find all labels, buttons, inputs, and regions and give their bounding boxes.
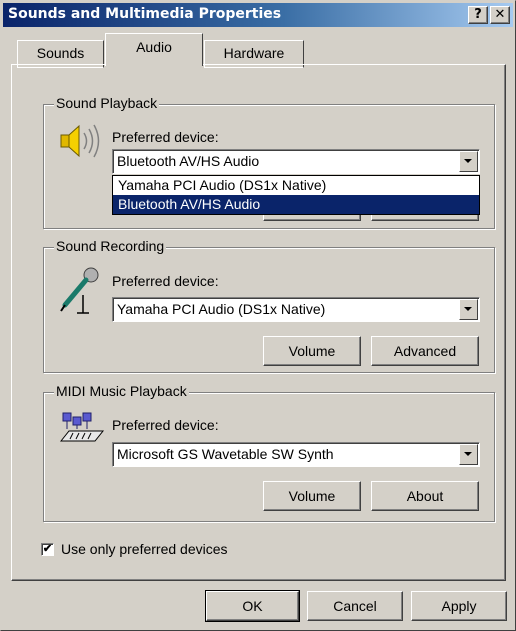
- sound-playback-label: Sound Playback: [54, 95, 160, 111]
- speaker-icon: [59, 121, 105, 164]
- recording-preferred-label: Preferred device:: [112, 273, 219, 289]
- microphone-icon: [59, 265, 101, 318]
- window-title: Sounds and Multimedia Properties: [8, 6, 282, 22]
- midi-keyboard-icon: [59, 411, 105, 450]
- recording-advanced-button[interactable]: Advanced: [371, 336, 479, 366]
- sound-recording-label: Sound Recording: [54, 238, 167, 254]
- apply-button[interactable]: Apply: [411, 591, 507, 621]
- chevron-down-icon[interactable]: [459, 299, 478, 320]
- dropdown-option-bluetooth[interactable]: Bluetooth AV/HS Audio: [113, 195, 479, 214]
- recording-volume-button[interactable]: Volume: [263, 336, 361, 366]
- midi-about-button[interactable]: About: [371, 481, 479, 511]
- dropdown-option-yamaha[interactable]: Yamaha PCI Audio (DS1x Native): [113, 176, 479, 195]
- playback-device-dropdown[interactable]: Yamaha PCI Audio (DS1x Native) Bluetooth…: [112, 175, 480, 215]
- title-bar[interactable]: Sounds and Multimedia Properties ? ✕: [3, 3, 513, 27]
- tab-audio[interactable]: Audio: [105, 33, 203, 66]
- properties-dialog: Sounds and Multimedia Properties ? ✕ Sou…: [0, 0, 516, 631]
- use-preferred-checkbox[interactable]: ✔: [41, 543, 54, 556]
- recording-device-value: Yamaha PCI Audio (DS1x Native): [117, 301, 326, 317]
- cancel-button[interactable]: Cancel: [307, 591, 403, 621]
- chevron-down-icon[interactable]: [459, 151, 478, 172]
- use-preferred-label[interactable]: Use only preferred devices: [61, 541, 228, 557]
- midi-device-select[interactable]: Microsoft GS Wavetable SW Synth: [112, 442, 480, 467]
- help-button[interactable]: ?: [468, 6, 488, 24]
- playback-device-select[interactable]: Bluetooth AV/HS Audio: [112, 149, 480, 174]
- midi-playback-label: MIDI Music Playback: [54, 383, 189, 399]
- playback-device-value: Bluetooth AV/HS Audio: [117, 153, 260, 169]
- playback-preferred-label: Preferred device:: [112, 129, 219, 145]
- ok-button[interactable]: OK: [205, 590, 300, 622]
- close-button[interactable]: ✕: [490, 6, 510, 24]
- recording-device-select[interactable]: Yamaha PCI Audio (DS1x Native): [112, 297, 480, 322]
- chevron-down-icon[interactable]: [459, 444, 478, 465]
- midi-preferred-label: Preferred device:: [112, 417, 219, 433]
- midi-device-value: Microsoft GS Wavetable SW Synth: [117, 446, 334, 462]
- midi-volume-button[interactable]: Volume: [263, 481, 361, 511]
